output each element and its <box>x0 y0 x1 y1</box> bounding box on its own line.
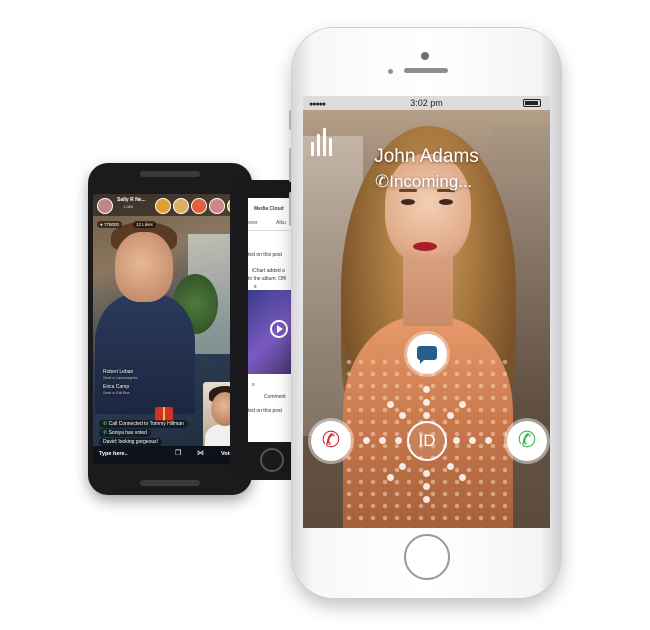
host-followers: 1,080 <box>123 204 134 209</box>
feed-line: ted on this post <box>248 408 282 414</box>
accept-phone-icon: ✆ <box>517 427 537 452</box>
android-speaker <box>140 171 200 177</box>
viewer-count: ● 778000 <box>97 221 122 228</box>
caller-eye <box>439 199 453 205</box>
gift-caption-1: Robert Leban Sent a Lamborghini <box>103 369 138 380</box>
slider-dot <box>423 399 430 406</box>
slider-dot <box>387 474 394 481</box>
reaction-text: s <box>252 382 255 388</box>
slider-dot <box>453 437 460 444</box>
home-button[interactable] <box>404 534 450 580</box>
host-avatar[interactable] <box>97 198 113 214</box>
status-time: 3:02 pm <box>410 98 443 108</box>
comment-button[interactable]: Comment <box>264 394 286 400</box>
decline-call-button[interactable]: ✆ <box>311 421 351 461</box>
play-icon[interactable] <box>270 320 288 338</box>
gift-description: Sent a Lamborghini <box>103 375 138 380</box>
slider-dot <box>399 412 406 419</box>
comment-input[interactable]: Type here.. <box>99 451 128 457</box>
slider-dot <box>423 496 430 503</box>
proximity-sensor <box>388 69 393 74</box>
caller-eye <box>401 199 415 205</box>
streamer-body <box>95 294 195 414</box>
decline-phone-icon: ✆ <box>321 427 341 452</box>
feed-line: to the album: Offi <box>248 276 286 282</box>
slider-dot <box>423 386 430 393</box>
phone-icon: ✆ <box>375 172 390 191</box>
tab-albums[interactable]: Albu <box>276 220 286 226</box>
slider-dot <box>395 437 402 444</box>
slider-dot <box>459 474 466 481</box>
streamer-face <box>115 232 173 302</box>
slider-dot <box>447 463 454 470</box>
viewer-count-value: 778000 <box>103 222 119 227</box>
slider-dot <box>459 401 466 408</box>
android-phone: Sally R Ne... 1,080 ● 778000 12 Likes Ro… <box>88 163 252 495</box>
gift-box-icon <box>155 407 173 421</box>
caller-lips <box>413 242 437 251</box>
earpiece-speaker <box>404 68 448 73</box>
slider-dot <box>399 463 406 470</box>
feed-line: ted on this post <box>248 252 282 258</box>
gift-description: Sent a Gift Box <box>103 390 130 395</box>
tab-cover[interactable]: over <box>248 220 258 226</box>
slider-dot <box>423 483 430 490</box>
live-header: Sally R Ne... 1,080 <box>93 194 247 216</box>
slider-dot <box>423 412 430 419</box>
iphone: ●●●●● 3:02 pm John Adams ✆Incoming... ID… <box>292 28 561 598</box>
caller-neck <box>403 256 453 326</box>
android-screen: Sally R Ne... 1,080 ● 778000 12 Likes Ro… <box>93 194 247 464</box>
slider-dot <box>363 437 370 444</box>
viewer-avatar[interactable] <box>209 198 225 214</box>
id-slider-handle[interactable]: ID <box>407 421 447 461</box>
front-camera <box>421 52 429 60</box>
status-bar: ●●●●● 3:02 pm <box>303 96 550 110</box>
feed-line: iChart added a <box>252 268 285 274</box>
gift-icon[interactable]: ❒ <box>175 449 181 457</box>
call-status-text: Incoming... <box>389 172 473 191</box>
chat-text: Soniya has voted <box>108 430 147 436</box>
host-name: Sally R Ne... <box>117 197 146 203</box>
accept-call-button[interactable]: ✆ <box>507 421 547 461</box>
share-icon[interactable]: ⋈ <box>197 449 204 457</box>
android-chin <box>140 480 200 486</box>
gift-caption-2: Erica Camp Sent a Gift Box <box>103 384 130 395</box>
battery-icon <box>523 99 541 107</box>
slider-dot <box>485 437 492 444</box>
viewer-avatar[interactable] <box>191 198 207 214</box>
slider-dot <box>423 470 430 477</box>
chat-text: Call Connected to Tommy Hillman <box>108 421 184 427</box>
chat-message: ✆ Soniya has voted <box>99 429 151 437</box>
chat-message: David: looking gorgeous! <box>99 438 163 446</box>
incoming-call-screen: ●●●●● 3:02 pm John Adams ✆Incoming... ID… <box>303 96 550 528</box>
app-title: Media Cloud <box>254 206 284 212</box>
slider-dot <box>447 412 454 419</box>
comment-bar: Type here.. ❒ ⋈ Vote <box>93 446 247 464</box>
chat-message: ✆ Call Connected to Tommy Hillman <box>99 420 188 428</box>
slider-dot <box>469 437 476 444</box>
message-button[interactable] <box>407 334 447 374</box>
viewer-avatar[interactable] <box>155 198 171 214</box>
slider-dot <box>387 401 394 408</box>
slider-dot <box>379 437 386 444</box>
call-status: ✆Incoming... <box>375 172 472 192</box>
likes-badge: 12 Likes <box>133 221 156 228</box>
viewer-avatar[interactable] <box>173 198 189 214</box>
home-button[interactable] <box>260 448 284 472</box>
chat-bubble-icon <box>417 346 437 364</box>
caller-name: John Adams <box>374 146 479 167</box>
